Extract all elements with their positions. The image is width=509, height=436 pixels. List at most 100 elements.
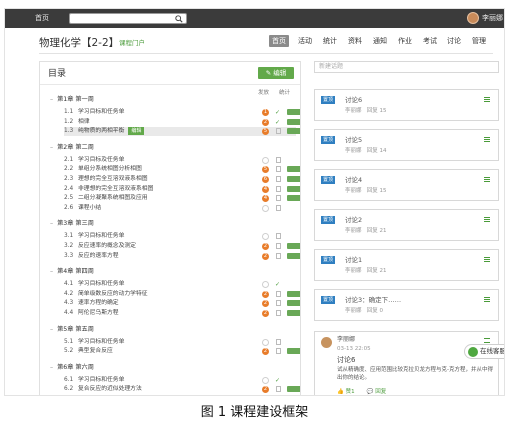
statistics-icon[interactable]: [287, 290, 300, 297]
topic-title[interactable]: 讨论3：确定下……: [345, 295, 401, 305]
user-avatar[interactable]: [467, 12, 479, 24]
document-icon[interactable]: [276, 290, 281, 297]
topic-menu-icon[interactable]: [484, 137, 490, 142]
lesson-row[interactable]: 2.6 课程小结: [64, 204, 296, 213]
lesson-row[interactable]: 3.2 反应速率的概念及测定 2: [64, 242, 300, 251]
edit-toc-button[interactable]: ✎ 编辑: [258, 67, 294, 79]
search-icon[interactable]: [175, 15, 183, 23]
document-icon[interactable]: [276, 176, 281, 182]
statistics-icon[interactable]: [287, 243, 300, 249]
topic-card[interactable]: 置顶 讨论4 李丽娜 回复 15: [314, 169, 499, 201]
lesson-edit-button[interactable]: 编辑: [128, 127, 145, 136]
document-icon[interactable]: [276, 310, 281, 316]
document-icon[interactable]: [276, 166, 281, 173]
lesson-row[interactable]: 5.2 典型复合反应 2: [64, 347, 300, 356]
tab-statistics[interactable]: 统计: [323, 35, 337, 47]
document-icon[interactable]: [276, 195, 281, 202]
topic-card[interactable]: 置顶 讨论6 李丽娜 回复 15: [314, 89, 499, 121]
topic-card[interactable]: 置顶 讨论1 李丽娜 回复 21: [314, 249, 499, 281]
published-check-icon[interactable]: ✓: [274, 377, 281, 384]
statistics-icon[interactable]: [287, 118, 300, 125]
statistics-icon[interactable]: [287, 300, 300, 307]
chapter-heading[interactable]: – 第1章 第一周: [50, 95, 94, 104]
collapse-icon[interactable]: –: [50, 96, 53, 103]
document-icon[interactable]: [276, 300, 281, 307]
statistics-icon[interactable]: [287, 348, 300, 355]
topic-menu-icon[interactable]: [484, 97, 490, 102]
published-check-icon[interactable]: ✓: [274, 281, 281, 288]
lesson-row[interactable]: 3.3 反应的速率方程 2: [64, 252, 300, 261]
tab-materials[interactable]: 资料: [348, 35, 362, 47]
post-title[interactable]: 讨论6: [337, 355, 355, 365]
lesson-row[interactable]: 2.3 理想的完全互溶双液系相图 6: [64, 175, 300, 184]
lesson-row[interactable]: 1.1 学习目标和任务单 1 ✓: [64, 108, 300, 117]
chapter-heading[interactable]: – 第2章 第二周: [50, 143, 94, 152]
tab-manage[interactable]: 管理: [472, 35, 486, 47]
topic-card[interactable]: 置顶 讨论5 李丽娜 回复 14: [314, 129, 499, 161]
post-menu-icon[interactable]: [484, 338, 490, 343]
collapse-icon[interactable]: –: [50, 364, 53, 371]
reply-button[interactable]: 💬 回复: [367, 389, 387, 395]
like-button[interactable]: 👍 赞1: [337, 389, 355, 395]
lesson-row[interactable]: 4.2 简单级数反应的动力学特征 2: [64, 290, 300, 299]
lesson-row[interactable]: 4.1 学习目标和任务单 ✓: [64, 280, 296, 289]
collapse-icon[interactable]: –: [50, 144, 53, 151]
tab-notices[interactable]: 通知: [373, 35, 387, 47]
topic-menu-icon[interactable]: [484, 177, 490, 182]
collapse-icon[interactable]: –: [50, 220, 53, 227]
lesson-row[interactable]: 5.1 学习目标和任务单: [64, 338, 296, 347]
document-icon[interactable]: [276, 348, 281, 355]
document-icon[interactable]: [276, 185, 281, 192]
collapse-icon[interactable]: –: [50, 268, 53, 275]
lesson-row[interactable]: 3.1 学习目标和任务单: [64, 232, 296, 241]
lesson-row[interactable]: 2.1 学习目标及任务单: [64, 156, 296, 165]
document-icon[interactable]: [276, 204, 281, 211]
lesson-row[interactable]: 2.2 单组分系统相图分析相图 5: [64, 165, 300, 174]
statistics-icon[interactable]: [287, 185, 300, 192]
tab-exam[interactable]: 考试: [423, 35, 437, 47]
topic-title[interactable]: 讨论5: [345, 135, 362, 145]
topic-title[interactable]: 讨论1: [345, 255, 362, 265]
topic-menu-icon[interactable]: [484, 297, 490, 302]
document-icon[interactable]: [276, 252, 281, 259]
search-input[interactable]: [69, 13, 187, 24]
topic-card[interactable]: 置顶 讨论3：确定下…… 李丽娜 回复 0: [314, 289, 499, 321]
topic-menu-icon[interactable]: [484, 257, 490, 262]
published-check-icon[interactable]: ✓: [274, 109, 281, 116]
statistics-icon[interactable]: [287, 310, 300, 316]
new-topic-input[interactable]: 新建话题: [314, 61, 499, 73]
topic-card[interactable]: 置顶 讨论2 李丽娜 回复 21: [314, 209, 499, 241]
statistics-icon[interactable]: [287, 252, 300, 259]
topic-title[interactable]: 讨论6: [345, 95, 362, 105]
document-icon[interactable]: [276, 156, 281, 163]
topic-menu-icon[interactable]: [484, 217, 490, 222]
lesson-row[interactable]: 6.1 学习目标和任务单 ✓: [64, 376, 296, 385]
collapse-icon[interactable]: –: [50, 326, 53, 333]
document-icon[interactable]: [276, 233, 281, 240]
statistics-icon[interactable]: [287, 109, 300, 115]
lesson-row[interactable]: 2.5 二组分凝聚系统相图及应用 4: [64, 194, 300, 203]
published-check-icon[interactable]: ✓: [274, 119, 281, 126]
chapter-heading[interactable]: – 第4章 第四周: [50, 267, 94, 276]
topic-title[interactable]: 讨论2: [345, 215, 362, 225]
online-chat-button[interactable]: 在线客服: [464, 344, 504, 359]
username[interactable]: 李丽娜: [482, 13, 503, 23]
lesson-row[interactable]: 6.2 复合反应的近似处理方法 2: [64, 385, 300, 394]
document-icon[interactable]: [276, 386, 281, 393]
lesson-row[interactable]: 4.4 阿伦尼乌斯方程 2: [64, 309, 300, 318]
statistics-icon[interactable]: [287, 166, 300, 173]
document-icon[interactable]: [276, 243, 281, 249]
tab-home[interactable]: 首页: [269, 35, 289, 47]
statistics-icon[interactable]: [287, 195, 300, 202]
lesson-row[interactable]: 1.3 纯物质的两相平衡 编辑 5: [64, 127, 300, 137]
lesson-row[interactable]: 2.4 非理想的完全互溶双液系相图 4: [64, 185, 300, 194]
statistics-icon[interactable]: [287, 386, 300, 393]
statistics-icon[interactable]: [287, 128, 300, 135]
statistics-icon[interactable]: [287, 176, 300, 182]
home-link[interactable]: 首页: [35, 13, 49, 23]
tab-activity[interactable]: 活动: [298, 35, 312, 47]
chapter-heading[interactable]: – 第6章 第六周: [50, 363, 94, 372]
topic-title[interactable]: 讨论4: [345, 175, 362, 185]
lesson-row[interactable]: 4.3 速率方程的确定 2: [64, 299, 300, 308]
chapter-heading[interactable]: – 第5章 第五周: [50, 325, 94, 334]
